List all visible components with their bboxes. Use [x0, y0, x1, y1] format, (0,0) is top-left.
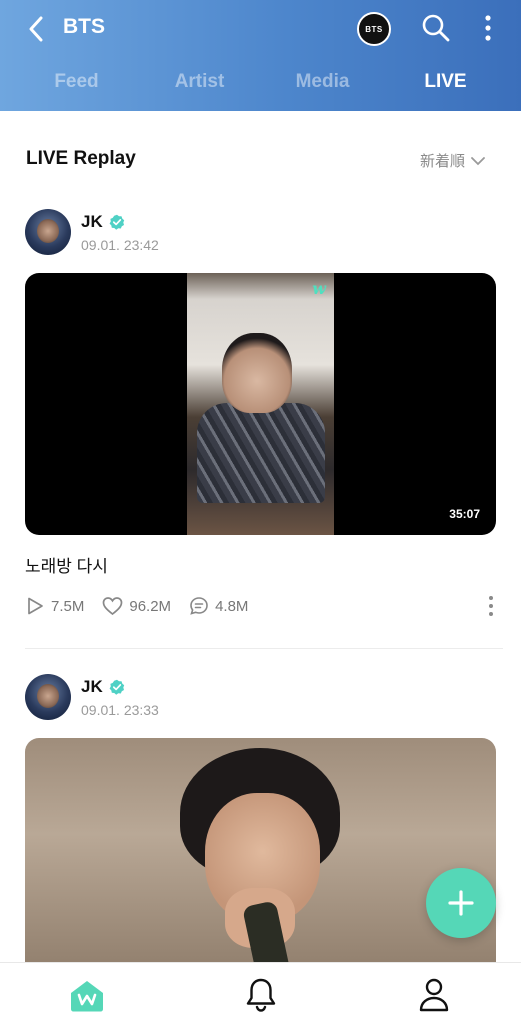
- header: BTS BTS Feed Artist Media LIVE: [0, 0, 521, 111]
- play-count-value: 7.5M: [51, 597, 85, 615]
- post-author[interactable]: JK: [81, 212, 125, 232]
- post-date: 09.01. 23:42: [81, 237, 159, 253]
- back-button[interactable]: [22, 14, 50, 44]
- create-post-button[interactable]: [426, 868, 496, 938]
- author-name: JK: [81, 212, 103, 231]
- top-bar: BTS BTS: [0, 0, 521, 58]
- post-divider: [25, 648, 503, 649]
- tab-bar: Feed Artist Media LIVE: [0, 62, 521, 102]
- weverse-watermark: w: [312, 279, 326, 298]
- bell-icon: [246, 978, 276, 1012]
- home-icon: [71, 981, 103, 1012]
- comment-count[interactable]: 4.8M: [189, 596, 248, 616]
- sort-label: 新着順: [420, 153, 466, 170]
- search-button[interactable]: [420, 12, 452, 44]
- tab-artist[interactable]: Artist: [138, 62, 261, 102]
- chevron-down-icon: [471, 156, 485, 165]
- nav-home-button[interactable]: [69, 979, 105, 1013]
- sort-dropdown[interactable]: 新着順: [420, 150, 485, 171]
- post-stats: 7.5M 96.2M 4.8M: [25, 596, 248, 616]
- play-icon: [28, 597, 43, 615]
- post-author[interactable]: JK: [81, 677, 125, 697]
- more-vert-icon: [485, 15, 491, 41]
- more-vert-icon: [489, 596, 493, 616]
- bottom-navigation: [0, 962, 521, 1024]
- heart-icon: [103, 597, 123, 616]
- more-menu-button[interactable]: [478, 12, 498, 44]
- plus-icon: [448, 890, 474, 916]
- post-more-button[interactable]: [484, 594, 498, 618]
- comment-count-value: 4.8M: [215, 597, 249, 615]
- video-thumbnail[interactable]: w 35:07: [25, 273, 496, 535]
- verified-icon: [109, 679, 124, 695]
- author-name: JK: [81, 677, 103, 696]
- video-subject-face: [222, 333, 292, 413]
- page-title: BTS: [63, 15, 105, 38]
- avatar[interactable]: [25, 209, 71, 255]
- tab-media[interactable]: Media: [261, 62, 384, 102]
- comment-icon: [190, 597, 208, 615]
- nav-profile-button[interactable]: [418, 977, 450, 1013]
- tab-live[interactable]: LIVE: [384, 62, 507, 102]
- video-frame: w: [187, 273, 334, 535]
- verified-icon: [109, 214, 124, 230]
- like-count-value: 96.2M: [129, 597, 172, 615]
- tab-feed[interactable]: Feed: [15, 62, 138, 102]
- user-icon: [419, 978, 449, 1012]
- nav-notifications-button[interactable]: [244, 977, 278, 1013]
- community-badge[interactable]: BTS: [357, 12, 391, 46]
- back-icon: [29, 16, 43, 42]
- search-icon: [422, 14, 450, 42]
- post-date: 09.01. 23:33: [81, 702, 159, 718]
- play-count: 7.5M: [25, 596, 84, 616]
- like-count[interactable]: 96.2M: [102, 596, 171, 616]
- section-title: LIVE Replay: [26, 148, 136, 169]
- avatar[interactable]: [25, 674, 71, 720]
- post-title[interactable]: 노래방 다시: [25, 552, 108, 577]
- video-subject-body: [197, 403, 325, 503]
- video-thumbnail[interactable]: [25, 738, 496, 978]
- video-duration: 35:07: [449, 507, 480, 521]
